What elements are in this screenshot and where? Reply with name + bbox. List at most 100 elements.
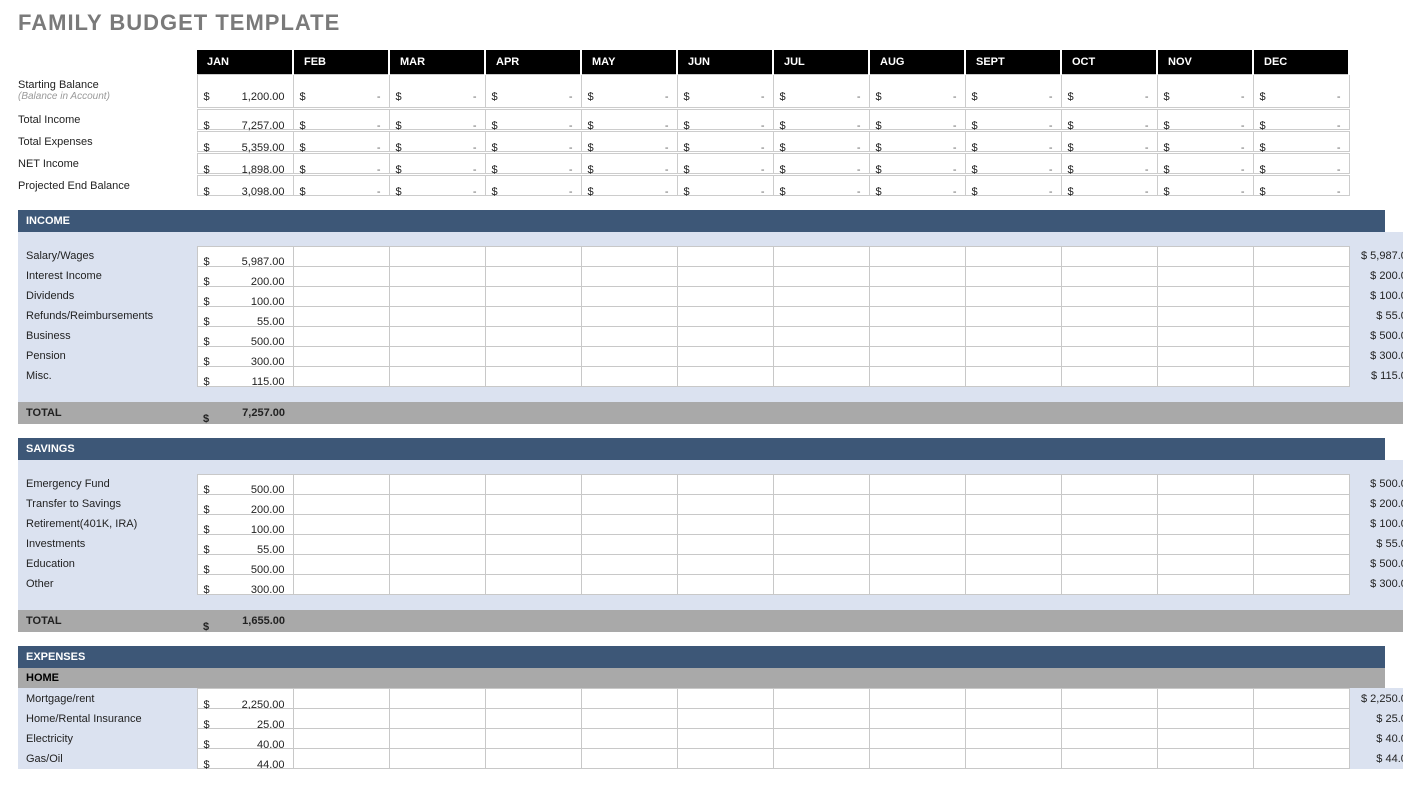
value-cell[interactable]	[677, 749, 773, 769]
value-cell[interactable]	[1061, 554, 1157, 574]
value-cell[interactable]	[773, 346, 869, 366]
value-cell[interactable]	[1061, 514, 1157, 534]
value-cell[interactable]	[485, 266, 581, 286]
value-cell[interactable]	[773, 554, 869, 574]
value-cell[interactable]	[965, 474, 1061, 494]
value-cell[interactable]	[1253, 266, 1349, 286]
value-cell[interactable]	[1061, 494, 1157, 514]
value-cell[interactable]	[581, 266, 677, 286]
value-cell[interactable]	[1061, 709, 1157, 729]
value-cell[interactable]	[389, 689, 485, 709]
value-cell[interactable]: $200.00	[197, 494, 293, 514]
value-cell[interactable]	[1157, 574, 1253, 594]
value-cell[interactable]	[1157, 266, 1253, 286]
value-cell[interactable]	[485, 366, 581, 386]
value-cell[interactable]	[869, 749, 965, 769]
value-cell[interactable]: $-	[1253, 132, 1349, 152]
value-cell[interactable]	[1157, 306, 1253, 326]
value-cell[interactable]	[293, 246, 389, 266]
value-cell[interactable]: $1,898.00	[197, 154, 293, 174]
value-cell[interactable]	[1061, 326, 1157, 346]
value-cell[interactable]: $-	[965, 154, 1061, 174]
value-cell[interactable]: $-	[1061, 110, 1157, 130]
value-cell[interactable]	[293, 494, 389, 514]
value-cell[interactable]	[485, 749, 581, 769]
value-cell[interactable]	[389, 729, 485, 749]
value-cell[interactable]	[1061, 306, 1157, 326]
value-cell[interactable]: $-	[389, 176, 485, 196]
value-cell[interactable]	[485, 709, 581, 729]
value-cell[interactable]: $300.00	[197, 574, 293, 594]
value-cell[interactable]	[1253, 474, 1349, 494]
value-cell[interactable]	[677, 729, 773, 749]
value-cell[interactable]	[965, 554, 1061, 574]
value-cell[interactable]: $-	[773, 132, 869, 152]
value-cell[interactable]	[677, 366, 773, 386]
value-cell[interactable]	[1061, 246, 1157, 266]
value-cell[interactable]	[293, 554, 389, 574]
value-cell[interactable]: $-	[1157, 110, 1253, 130]
value-cell[interactable]	[1253, 729, 1349, 749]
value-cell[interactable]	[677, 306, 773, 326]
value-cell[interactable]: $-	[293, 176, 389, 196]
value-cell[interactable]	[1061, 729, 1157, 749]
value-cell[interactable]: $-	[581, 132, 677, 152]
value-cell[interactable]: $-	[965, 75, 1061, 108]
value-cell[interactable]	[389, 326, 485, 346]
value-cell[interactable]: $-	[869, 132, 965, 152]
value-cell[interactable]: $-	[1253, 110, 1349, 130]
value-cell[interactable]: $-	[389, 110, 485, 130]
value-cell[interactable]	[869, 306, 965, 326]
value-cell[interactable]	[485, 729, 581, 749]
value-cell[interactable]	[965, 709, 1061, 729]
value-cell[interactable]	[965, 689, 1061, 709]
value-cell[interactable]	[581, 286, 677, 306]
value-cell[interactable]	[485, 554, 581, 574]
value-cell[interactable]	[677, 689, 773, 709]
value-cell[interactable]	[1061, 366, 1157, 386]
value-cell[interactable]: $55.00	[197, 306, 293, 326]
value-cell[interactable]: $-	[485, 110, 581, 130]
value-cell[interactable]	[1157, 286, 1253, 306]
value-cell[interactable]: $-	[869, 176, 965, 196]
value-cell[interactable]	[389, 246, 485, 266]
value-cell[interactable]: $55.00	[197, 534, 293, 554]
value-cell[interactable]: $1,200.00	[197, 75, 293, 108]
value-cell[interactable]: $-	[677, 110, 773, 130]
value-cell[interactable]	[965, 306, 1061, 326]
value-cell[interactable]	[389, 534, 485, 554]
value-cell[interactable]	[869, 729, 965, 749]
value-cell[interactable]	[1061, 574, 1157, 594]
value-cell[interactable]	[677, 326, 773, 346]
value-cell[interactable]	[869, 494, 965, 514]
value-cell[interactable]	[1061, 689, 1157, 709]
value-cell[interactable]	[1157, 246, 1253, 266]
value-cell[interactable]: $-	[965, 132, 1061, 152]
value-cell[interactable]	[773, 689, 869, 709]
value-cell[interactable]: $25.00	[197, 709, 293, 729]
value-cell[interactable]	[965, 366, 1061, 386]
value-cell[interactable]	[773, 709, 869, 729]
value-cell[interactable]	[869, 346, 965, 366]
value-cell[interactable]	[965, 326, 1061, 346]
value-cell[interactable]: $-	[677, 75, 773, 108]
value-cell[interactable]	[773, 246, 869, 266]
value-cell[interactable]	[677, 286, 773, 306]
value-cell[interactable]	[485, 286, 581, 306]
value-cell[interactable]	[869, 326, 965, 346]
value-cell[interactable]	[293, 306, 389, 326]
value-cell[interactable]: $-	[965, 176, 1061, 196]
value-cell[interactable]: $-	[1157, 176, 1253, 196]
value-cell[interactable]: $-	[1253, 75, 1349, 108]
value-cell[interactable]	[965, 246, 1061, 266]
value-cell[interactable]: $-	[1157, 75, 1253, 108]
value-cell[interactable]: $500.00	[197, 326, 293, 346]
value-cell[interactable]: $2,250.00	[197, 689, 293, 709]
value-cell[interactable]: $-	[677, 176, 773, 196]
value-cell[interactable]: $-	[773, 110, 869, 130]
value-cell[interactable]	[581, 366, 677, 386]
value-cell[interactable]: $-	[773, 75, 869, 108]
value-cell[interactable]	[293, 749, 389, 769]
value-cell[interactable]: $3,098.00	[197, 176, 293, 196]
value-cell[interactable]: $-	[1061, 75, 1157, 108]
